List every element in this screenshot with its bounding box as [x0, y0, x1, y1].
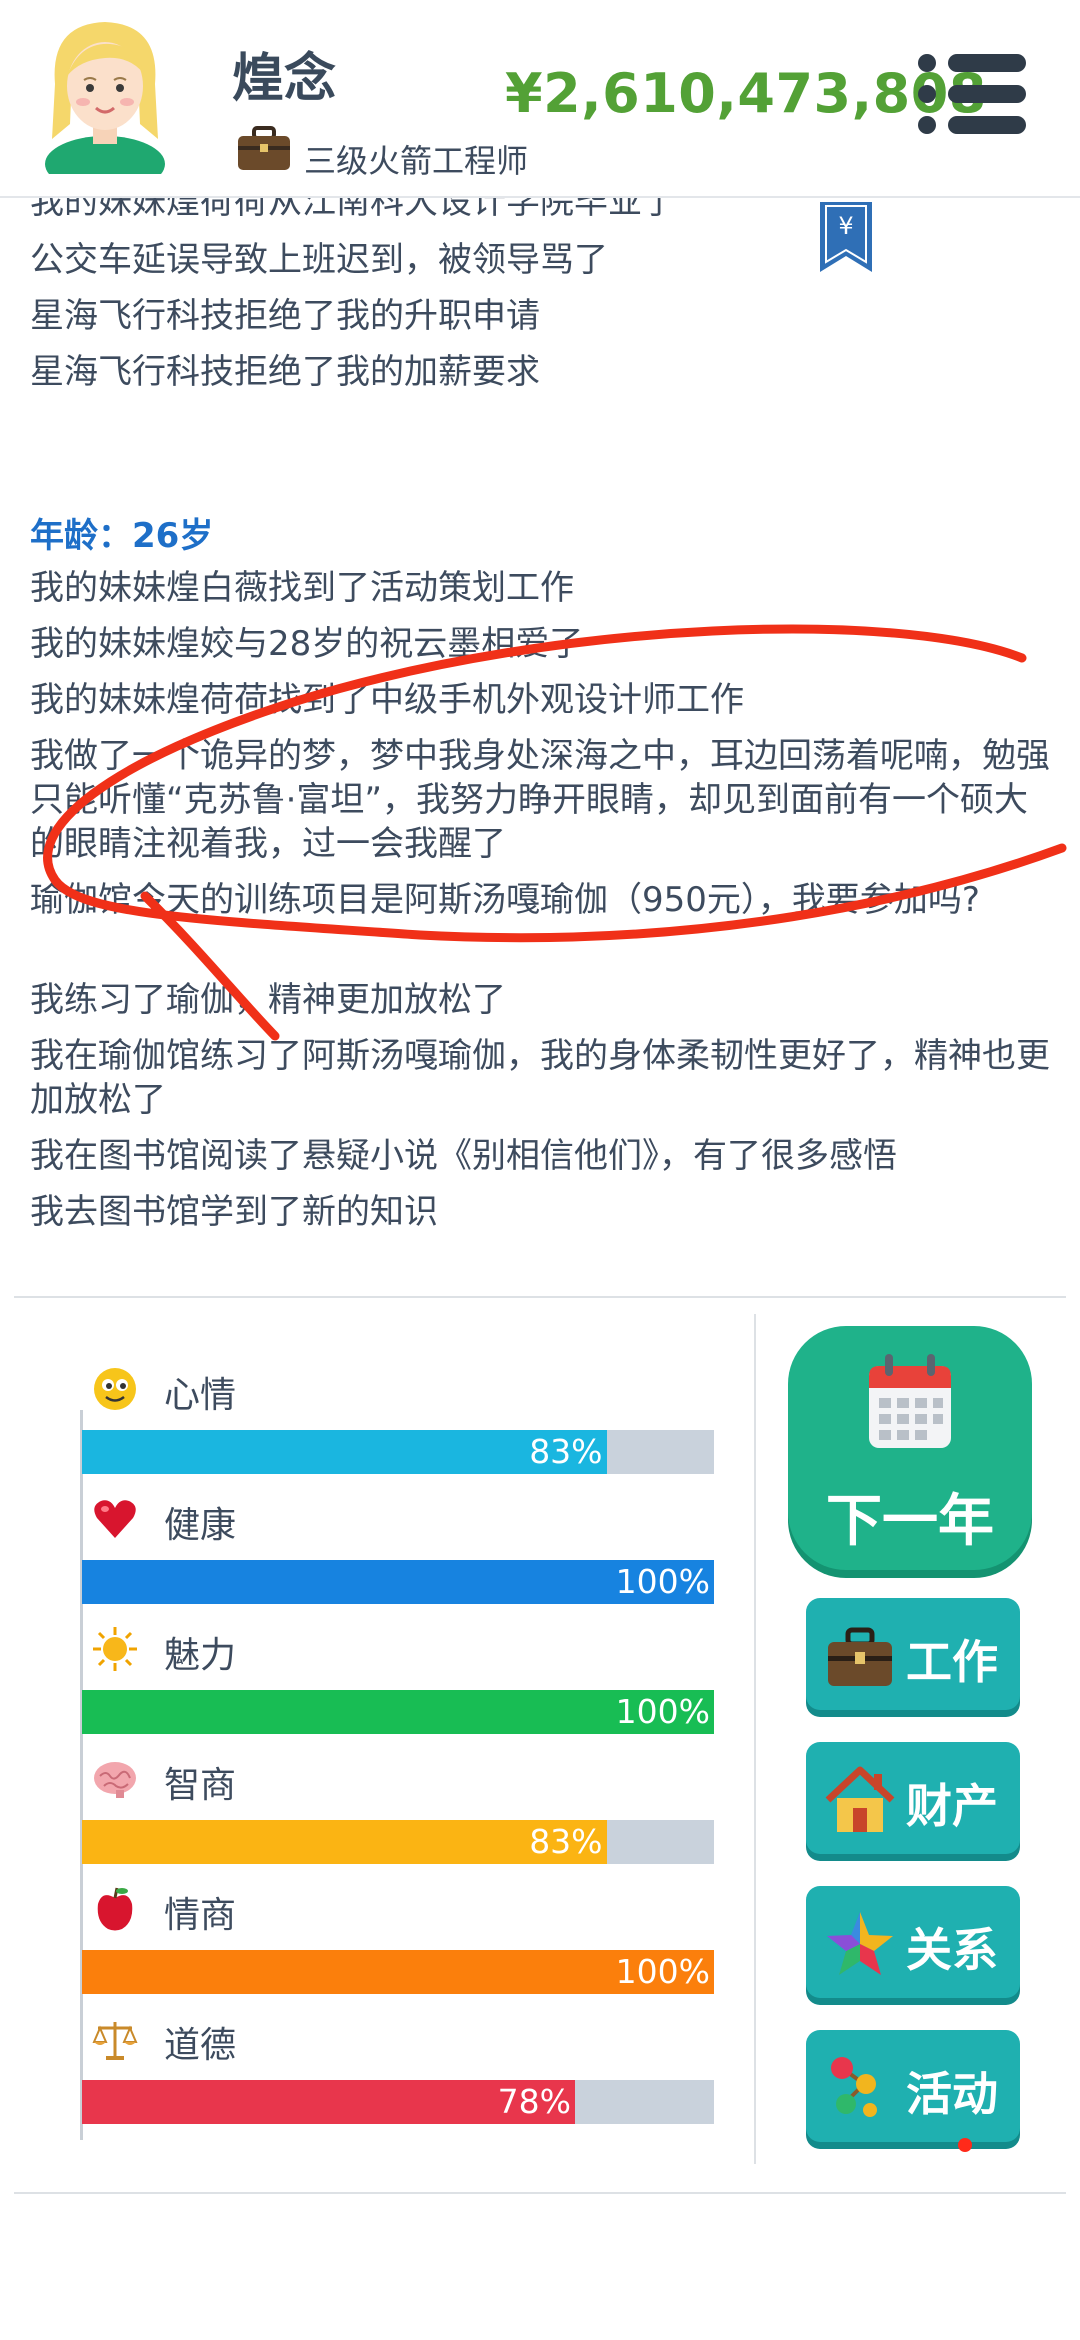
relations-button[interactable]: 关系: [806, 1886, 1020, 1998]
stat-percent: 100%: [615, 1562, 710, 1601]
relations-label: 关系: [906, 1923, 998, 1977]
activity-dots-icon: [831, 2057, 877, 2117]
activities-label: 活动: [906, 2067, 998, 2121]
stat-bar-fill: 100%: [82, 1690, 714, 1734]
stat-bar-fill: 100%: [82, 1560, 714, 1604]
log-line: 我在瑜伽馆练习了阿斯汤嘎瑜伽，我的身体柔韧性更好了，精神也更加放松了: [30, 1036, 1050, 1120]
divider: [14, 1296, 1066, 1298]
log-line: 我的妹妹煌姣与28岁的祝云墨相爱了: [30, 624, 584, 664]
calendar-icon: [869, 1354, 951, 1448]
stat-bar-fill: 83%: [82, 1820, 607, 1864]
next-year-button[interactable]: 下一年: [788, 1326, 1032, 1570]
stat-percent: 100%: [615, 1952, 710, 1991]
stat-bar-fill: 100%: [82, 1950, 714, 1994]
brain-icon: [94, 1762, 136, 1798]
log-line: 我的妹妹煌荷荷从江南科大设计学院毕业了: [30, 196, 676, 222]
menu-icon: [918, 54, 936, 72]
stat-percent: 100%: [615, 1692, 710, 1731]
heart-icon: [94, 1500, 136, 1538]
divider: [754, 1314, 756, 2164]
assets-button[interactable]: 财产: [806, 1742, 1020, 1854]
star-icon: [827, 1912, 893, 1975]
activities-button[interactable]: 活动: [806, 2030, 1020, 2142]
stat-percent: 83%: [529, 1432, 603, 1471]
stat-bar-iq: 83%: [82, 1820, 714, 1864]
log-line: 星海飞行科技拒绝了我的加薪要求: [30, 352, 540, 392]
divider: [14, 2192, 1066, 2194]
scales-icon: [92, 2022, 138, 2060]
sun-icon: [93, 1627, 137, 1671]
player-name: 煌念: [232, 49, 337, 109]
log-line: 星海飞行科技拒绝了我的升职申请: [30, 296, 540, 336]
stat-bar-fill: 78%: [82, 2080, 575, 2124]
stat-percent: 83%: [529, 1822, 603, 1861]
stat-label-eq: 情商: [164, 1895, 237, 1936]
next-year-label: 下一年: [826, 1489, 994, 1554]
avatar[interactable]: [40, 14, 170, 174]
log-line: 我练习了瑜伽，精神更加放松了: [30, 980, 506, 1020]
stat-percent: 78%: [497, 2082, 571, 2121]
stats-axis: [80, 1410, 83, 2140]
stat-bar-mood: 83%: [82, 1430, 714, 1474]
top-bar: 煌念 三级火箭工程师 ¥2,610,473,808: [0, 0, 1080, 198]
smiley-icon: [94, 1368, 136, 1410]
briefcase-icon: [828, 1627, 892, 1686]
work-label: 工作: [906, 1635, 998, 1689]
stat-label-morality: 道德: [164, 2025, 237, 2066]
house-icon: [825, 1766, 895, 1832]
yuan-bookmark-icon[interactable]: ¥: [818, 200, 874, 274]
log-line: 我做了一个诡异的梦，梦中我身处深海之中，耳边回荡着呢喃，勉强只能听懂“克苏鲁·富…: [30, 736, 1050, 864]
age-heading: 年龄：26岁: [30, 516, 214, 556]
stat-bar-eq: 100%: [82, 1950, 714, 1994]
stat-bar-morality: 78%: [82, 2080, 714, 2124]
stat-bar-charm: 100%: [82, 1690, 714, 1734]
log-line: 我在图书馆阅读了悬疑小说《别相信他们》，有了很多感悟: [30, 1136, 897, 1176]
money-balance: ¥2,610,473,808: [505, 62, 987, 125]
briefcase-icon: [238, 126, 290, 170]
job-title: 三级火箭工程师: [304, 142, 529, 180]
stat-bar-health: 100%: [82, 1560, 714, 1604]
stat-label-mood: 心情: [164, 1375, 237, 1416]
notification-dot: [958, 2138, 972, 2152]
log-line: 我的妹妹煌白薇找到了活动策划工作: [30, 568, 574, 608]
log-line: 瑜伽馆今天的训练项目是阿斯汤嘎瑜伽（950元），我要参加吗?: [30, 880, 980, 920]
work-button[interactable]: 工作: [806, 1598, 1020, 1710]
apple-icon: [97, 1887, 133, 1931]
stat-bar-fill: 83%: [82, 1430, 607, 1474]
stat-label-charm: 魅力: [164, 1635, 237, 1676]
assets-label: 财产: [906, 1779, 998, 1833]
log-line: 我的妹妹煌荷荷找到了中级手机外观设计师工作: [30, 680, 744, 720]
menu-button[interactable]: [918, 54, 1026, 134]
log-line: 我去图书馆学到了新的知识: [30, 1192, 438, 1232]
stat-label-iq: 智商: [164, 1765, 237, 1806]
stat-label-health: 健康: [164, 1505, 237, 1546]
log-line: 公交车延误导致上班迟到，被领导骂了: [30, 240, 608, 280]
svg-text:¥: ¥: [838, 212, 853, 240]
event-log[interactable]: 我的妹妹煌荷荷从江南科大设计学院毕业了 公交车延误导致上班迟到，被领导骂了 星海…: [0, 196, 1080, 1296]
